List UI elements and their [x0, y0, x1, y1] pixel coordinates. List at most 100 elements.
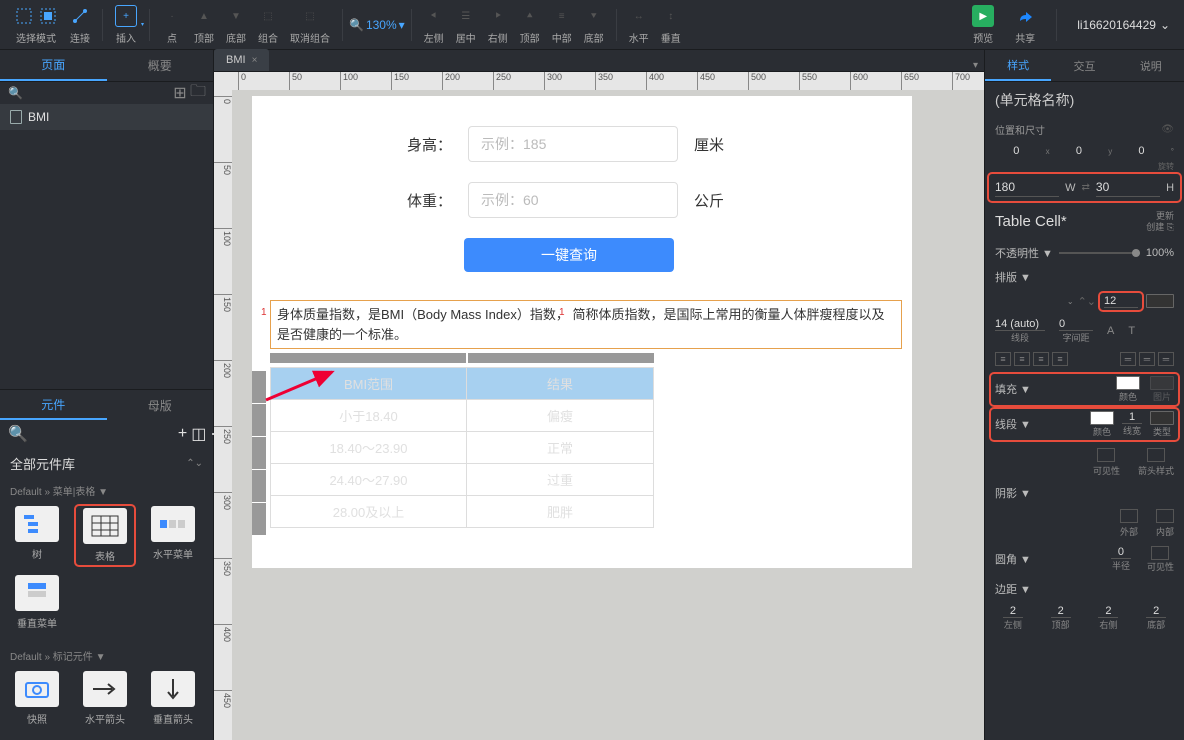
- insert-button[interactable]: +: [115, 5, 137, 27]
- add-icon[interactable]: +: [178, 425, 187, 443]
- arrow-style-icon[interactable]: [1147, 448, 1165, 462]
- z-top-icon[interactable]: ▲: [194, 6, 214, 26]
- shadow-outer-icon[interactable]: [1120, 509, 1138, 523]
- widget-snapshot[interactable]: 快照: [8, 671, 66, 726]
- cell-range[interactable]: 28.00及以上: [271, 496, 467, 528]
- fill-color-swatch[interactable]: [1116, 376, 1140, 390]
- height-input[interactable]: [1096, 178, 1160, 197]
- add-page-icon[interactable]: ⊞: [173, 86, 187, 100]
- width-input[interactable]: [995, 178, 1059, 197]
- group-header-1[interactable]: Default » 菜单|表格 ▼: [0, 479, 213, 502]
- widget-vmenu[interactable]: 垂直菜单: [8, 575, 66, 630]
- share-button[interactable]: [1014, 5, 1036, 27]
- user-menu[interactable]: li16620164429⌄: [1071, 18, 1176, 32]
- cell-range[interactable]: 24.40～27.90: [271, 464, 467, 496]
- widgets-search-input[interactable]: [32, 428, 174, 440]
- lock-aspect-icon[interactable]: ⇄: [1082, 182, 1090, 193]
- fill-image-swatch[interactable]: [1150, 376, 1174, 390]
- connect-icon[interactable]: [70, 6, 90, 26]
- description-text[interactable]: 11 身体质量指数，是BMI（Body Mass Index）指数， 简称体质指…: [270, 300, 902, 349]
- lib-icon[interactable]: ◫: [191, 424, 206, 444]
- eye-icon[interactable]: 👁: [1161, 124, 1174, 135]
- widget-tree[interactable]: 树: [8, 506, 66, 565]
- cell-result[interactable]: 偏瘦: [467, 400, 654, 432]
- library-select[interactable]: 全部元件库 ⌃⌄: [0, 448, 213, 479]
- dist-h-icon[interactable]: ↔: [629, 6, 649, 26]
- ungroup-icon[interactable]: ⬚: [300, 6, 320, 26]
- z-bottom-icon[interactable]: ▼: [226, 6, 246, 26]
- bmi-table-widget[interactable]: BMI范围 结果 小于18.40偏瘦18.40～23.90正常24.40～27.…: [252, 353, 902, 528]
- query-button[interactable]: 一键查询: [464, 238, 674, 272]
- border-type[interactable]: [1150, 411, 1174, 425]
- tab-widgets[interactable]: 元件: [0, 390, 107, 420]
- table-row[interactable]: 28.00及以上肥胖: [271, 496, 654, 528]
- align-middle-icon[interactable]: ≡: [552, 6, 572, 26]
- text-color-icon[interactable]: A: [1107, 325, 1114, 337]
- align-bottom-icon[interactable]: ⯆: [584, 6, 604, 26]
- cell-result[interactable]: 过重: [467, 464, 654, 496]
- page-item-bmi[interactable]: BMI: [0, 104, 213, 130]
- widget-table[interactable]: 表格: [76, 506, 134, 565]
- cell-result[interactable]: 肥胖: [467, 496, 654, 528]
- tab-outline[interactable]: 概要: [107, 50, 214, 81]
- select-contain-icon[interactable]: [38, 6, 58, 26]
- widget-varrow[interactable]: 垂直箭头: [144, 671, 202, 726]
- font-size-input[interactable]: [1104, 295, 1138, 308]
- tabs-menu-icon[interactable]: ▾: [967, 60, 984, 71]
- dist-v-icon[interactable]: ↕: [661, 6, 681, 26]
- layout-label[interactable]: 排版 ▼: [995, 269, 1031, 285]
- table-row[interactable]: 18.40～23.90正常: [271, 432, 654, 464]
- radius-label[interactable]: 圆角 ▼: [995, 551, 1031, 567]
- row-handle[interactable]: [252, 404, 266, 436]
- preview-button[interactable]: ▶: [972, 5, 994, 27]
- tab-style[interactable]: 样式: [985, 50, 1051, 81]
- pad-bottom-input[interactable]: [1146, 605, 1166, 618]
- tab-pages[interactable]: 页面: [0, 50, 107, 81]
- shadow-inner-icon[interactable]: [1156, 509, 1174, 523]
- create-style[interactable]: 创建: [1146, 222, 1164, 232]
- widget-harrow[interactable]: 水平箭头: [76, 671, 134, 726]
- text-shadow-icon[interactable]: T: [1128, 325, 1135, 337]
- align-top-icon[interactable]: ⯅: [520, 6, 540, 26]
- pad-right-input[interactable]: [1098, 605, 1118, 618]
- border-color-swatch[interactable]: [1090, 411, 1114, 425]
- group-header-2[interactable]: Default » 标记元件 ▼: [0, 644, 213, 667]
- close-icon[interactable]: ×: [252, 55, 258, 66]
- radius-input[interactable]: [1111, 546, 1131, 559]
- pages-search-input[interactable]: [27, 87, 169, 99]
- align-right-icon[interactable]: ⯈: [488, 6, 508, 26]
- align-center-icon[interactable]: ≡: [1014, 352, 1030, 366]
- line-height-input[interactable]: [995, 318, 1045, 331]
- opacity-slider[interactable]: [1059, 252, 1140, 254]
- height-input[interactable]: [468, 126, 678, 162]
- radius-vis-icon[interactable]: [1151, 546, 1169, 560]
- align-justify-icon[interactable]: ≡: [1052, 352, 1068, 366]
- point-icon[interactable]: ·: [162, 6, 182, 26]
- widget-hmenu[interactable]: 水平菜单: [144, 506, 202, 565]
- valign-mid-icon[interactable]: ═: [1139, 352, 1155, 366]
- fill-label[interactable]: 填充 ▼: [995, 381, 1031, 397]
- pad-left-input[interactable]: [1003, 605, 1023, 618]
- shadow-label[interactable]: 阴影 ▼: [995, 485, 1031, 501]
- col-handle[interactable]: [270, 353, 466, 363]
- tab-interact[interactable]: 交互: [1051, 50, 1117, 81]
- artboard[interactable]: 身高： 厘米 体重： 公斤 一键查询 11 身体质量指数，是BMI（Body M…: [252, 96, 912, 568]
- align-right-icon[interactable]: ≡: [1033, 352, 1049, 366]
- canvas-viewport[interactable]: 050100150200250300350400450500 身高： 厘米 体重…: [214, 90, 984, 740]
- font-stepper-icon[interactable]: ⌃⌄: [1078, 295, 1096, 308]
- text-color-swatch[interactable]: [1146, 294, 1174, 308]
- letter-spacing-input[interactable]: [1059, 318, 1093, 331]
- style-manage-icon[interactable]: ⎘: [1167, 222, 1174, 232]
- col-handle[interactable]: [468, 353, 654, 363]
- visibility-icon[interactable]: [1097, 448, 1115, 462]
- align-center-icon[interactable]: ☰: [456, 6, 476, 26]
- group-icon[interactable]: ⬚: [258, 6, 278, 26]
- border-width-input[interactable]: [1122, 411, 1142, 424]
- pad-top-input[interactable]: [1051, 605, 1071, 618]
- weight-input[interactable]: [468, 182, 678, 218]
- cell-name-field[interactable]: (单元格名称): [985, 82, 1184, 118]
- valign-top-icon[interactable]: ═: [1120, 352, 1136, 366]
- tab-masters[interactable]: 母版: [107, 390, 214, 420]
- row-handle[interactable]: [252, 470, 266, 502]
- cell-result[interactable]: 正常: [467, 432, 654, 464]
